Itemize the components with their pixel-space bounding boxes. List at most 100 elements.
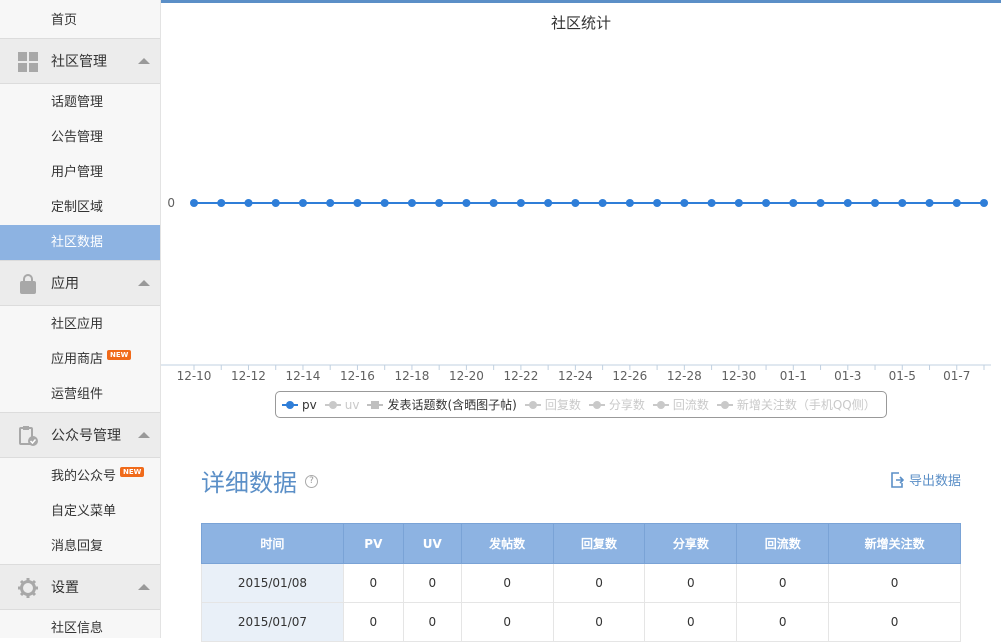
legend-marker-icon <box>524 400 541 410</box>
column-header[interactable]: UV <box>402 523 462 564</box>
main-content: 社区统计 12-10 12-12 12-14 12-16 12-18 12-20 12-22… <box>161 3 1001 642</box>
sidebar-group-community[interactable]: 社区管理 <box>0 38 160 84</box>
value-cell: 0 <box>552 602 646 642</box>
chevron-up-icon <box>138 432 150 438</box>
x-tick-label: 12-10 <box>177 369 212 383</box>
x-tick-label: 12-28 <box>667 369 702 383</box>
column-header[interactable]: 回流数 <box>736 523 830 564</box>
data-point <box>326 199 335 207</box>
value-cell: 0 <box>552 563 646 603</box>
sidebar-item-users[interactable]: 用户管理 <box>0 155 160 190</box>
clipboard-check-icon <box>19 426 38 446</box>
data-point <box>271 199 280 207</box>
x-tick-label: 12-20 <box>449 369 484 383</box>
help-icon[interactable]: ? <box>305 475 318 488</box>
table-header-row: 时间 PV UV 发帖数 回复数 分享数 回流数 新增关注数 <box>201 523 961 564</box>
value-cell: 0 <box>644 563 738 603</box>
sidebar-item-community-data[interactable]: 社区数据 <box>0 225 160 260</box>
shopping-bag-icon <box>20 274 36 294</box>
sidebar-item-community-apps[interactable]: 社区应用 <box>0 307 160 342</box>
date-cell: 2015/01/08 <box>201 563 344 603</box>
data-point <box>871 199 880 207</box>
legend-item[interactable]: pv <box>282 398 317 412</box>
legend-marker-icon <box>367 400 384 410</box>
legend-item[interactable]: uv <box>324 397 360 412</box>
chart-legend: pv uv 发表话题数(含晒图子帖) 回复数 分享数 回流数 新增关注数（手机QQ侧） <box>275 391 887 418</box>
legend-label: 发表话题数(含晒图子帖) <box>387 398 517 412</box>
chevron-up-icon <box>138 58 150 64</box>
legend-item[interactable]: 发表话题数(含晒图子帖) <box>367 396 517 413</box>
x-tick-label: 01-5 <box>889 369 916 383</box>
detail-data-table: 时间 PV UV 发帖数 回复数 分享数 回流数 新增关注数 2015/01/08 0 0 0 0 0 0… <box>201 523 961 642</box>
sidebar-item-notice[interactable]: 公告管理 <box>0 120 160 155</box>
legend-item[interactable]: 新增关注数（手机QQ侧） <box>716 396 876 413</box>
legend-item[interactable]: 回流数 <box>652 396 709 413</box>
sidebar-item-custom-menu[interactable]: 自定义菜单 <box>0 494 160 529</box>
data-point <box>462 199 471 207</box>
data-point <box>571 199 580 207</box>
sidebar-group-label: 应用 <box>51 276 79 292</box>
y-tick-label: 0 <box>167 196 175 210</box>
column-header[interactable]: 发帖数 <box>460 523 554 564</box>
sidebar-item-label: 我的公众号 <box>51 469 117 484</box>
table-row: 2015/01/08 0 0 0 0 0 0 0 <box>201 563 961 603</box>
value-cell: 0 <box>342 563 404 603</box>
sidebar: 首页 社区管理 话题管理 公告管理 用户管理 定制区域 社区数据 应用 社区应用… <box>0 0 161 638</box>
data-point <box>952 199 961 207</box>
data-point <box>625 199 634 207</box>
date-cell: 2015/01/07 <box>201 602 344 642</box>
sidebar-item-app-store[interactable]: 应用商店 NEW <box>0 342 160 377</box>
sidebar-group-apps[interactable]: 应用 <box>0 260 160 306</box>
value-cell: 0 <box>828 563 961 603</box>
data-point <box>925 199 934 207</box>
data-point <box>653 199 662 207</box>
data-point <box>762 199 771 207</box>
sidebar-group-label: 设置 <box>51 580 79 596</box>
sidebar-group-label: 社区管理 <box>51 54 107 70</box>
legend-label: 回复数 <box>544 398 581 412</box>
value-cell: 0 <box>828 602 961 642</box>
data-point <box>544 199 553 207</box>
data-point <box>407 199 416 207</box>
sidebar-item-ops-widgets[interactable]: 运营组件 <box>0 377 160 412</box>
value-cell: 0 <box>460 602 554 642</box>
sidebar-item-home[interactable]: 首页 <box>0 3 160 38</box>
legend-marker-icon <box>588 400 605 410</box>
data-point <box>598 199 607 207</box>
value-cell: 0 <box>342 602 404 642</box>
sidebar-item-label: 应用商店 <box>51 352 104 367</box>
value-cell: 0 <box>402 563 462 603</box>
column-header[interactable]: 回复数 <box>552 523 646 564</box>
sidebar-group-settings[interactable]: 设置 <box>0 564 160 610</box>
legend-marker-icon <box>652 400 669 410</box>
x-tick-label: 12-22 <box>503 369 538 383</box>
sidebar-item-message-reply[interactable]: 消息回复 <box>0 529 160 564</box>
legend-label: 回流数 <box>672 398 709 412</box>
data-point <box>353 199 362 207</box>
column-header[interactable]: 时间 <box>201 523 344 564</box>
legend-item[interactable]: 回复数 <box>524 396 581 413</box>
column-header[interactable]: 新增关注数 <box>828 523 961 564</box>
column-header[interactable]: 分享数 <box>644 523 738 564</box>
x-tick-label: 12-30 <box>721 369 756 383</box>
legend-item[interactable]: 分享数 <box>588 396 645 413</box>
sidebar-item-my-accounts[interactable]: 我的公众号 NEW <box>0 459 160 494</box>
data-point <box>980 199 988 207</box>
sidebar-item-community-info[interactable]: 社区信息 <box>0 611 160 638</box>
legend-label: uv <box>344 397 360 412</box>
legend-label: 新增关注数（手机QQ侧） <box>736 398 876 412</box>
data-point <box>898 199 907 207</box>
legend-marker-icon <box>282 400 298 410</box>
legend-label: pv <box>302 397 317 412</box>
sidebar-item-topic[interactable]: 话题管理 <box>0 85 160 120</box>
table-row: 2015/01/07 0 0 0 0 0 0 0 <box>201 602 961 642</box>
sidebar-item-custom-area[interactable]: 定制区域 <box>0 190 160 225</box>
column-header[interactable]: PV <box>342 523 404 564</box>
gear-icon <box>18 578 38 598</box>
export-data-button[interactable]: 导出数据 <box>890 470 961 489</box>
value-cell: 0 <box>736 602 830 642</box>
sidebar-group-official-accounts[interactable]: 公众号管理 <box>0 412 160 458</box>
data-point <box>707 199 716 207</box>
value-cell: 0 <box>644 602 738 642</box>
x-tick-label: 12-14 <box>286 369 321 383</box>
